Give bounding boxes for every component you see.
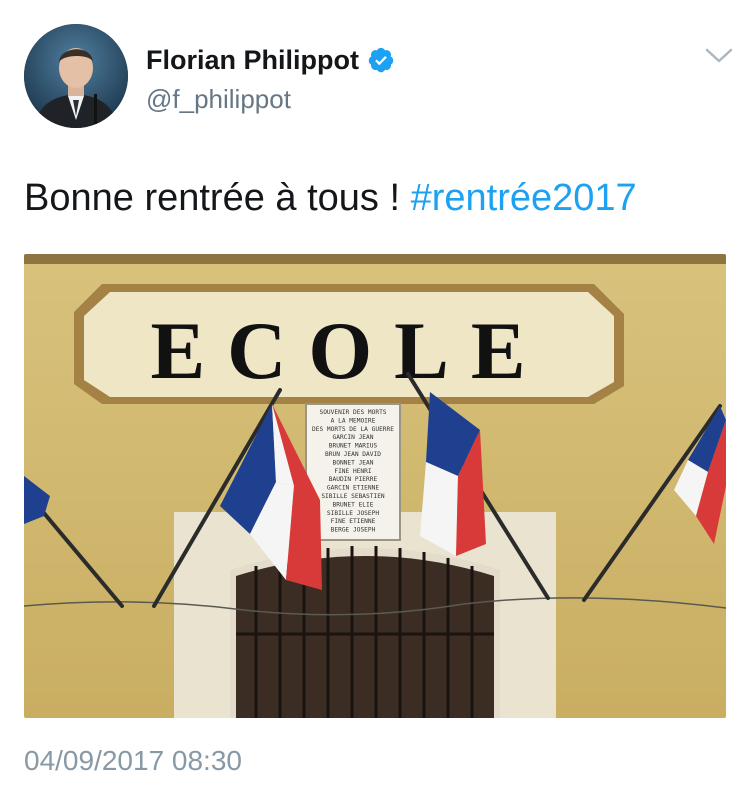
tweet-header: Florian Philippot @f_philippot <box>24 24 734 128</box>
plaque-line: A LA MEMOIRE <box>331 417 376 424</box>
plaque-line: SOUVENIR DES MORTS <box>319 409 386 416</box>
plaque-line: FINE HENRI <box>334 468 372 475</box>
handle[interactable]: @f_philippot <box>146 84 395 114</box>
hashtag-link[interactable]: #rentrée2017 <box>411 177 637 219</box>
plaque-line: DES MORTS DE LA GUERRE <box>312 426 394 433</box>
display-name[interactable]: Florian Philippot <box>146 44 359 76</box>
tweet-text: Bonne rentrée à tous ! #rentrée2017 <box>24 174 637 222</box>
plaque-line: GARCIN ETIENNE <box>327 485 379 492</box>
verified-badge-icon <box>367 46 395 74</box>
avatar[interactable] <box>24 24 128 128</box>
plaque-line: BRUN JEAN DAVID <box>325 451 381 458</box>
author-names: Florian Philippot @f_philippot <box>146 44 395 114</box>
plaque-line: BAUDIN PIERRE <box>329 476 378 483</box>
plaque-line: SIBILLE JOSEPH <box>327 510 379 517</box>
tweet-body: Bonne rentrée à tous ! <box>24 177 411 219</box>
plaque-line: FINE ETIENNE <box>331 518 376 525</box>
display-name-row: Florian Philippot <box>146 44 395 76</box>
plaque-line: BRUNET ELIE <box>333 501 374 508</box>
timestamp[interactable]: 04/09/2017 08:30 <box>24 744 242 778</box>
plaque-line: BRUNET MARIUS <box>329 443 378 450</box>
plaque-line: BERGE JOSEPH <box>331 527 376 534</box>
plaque-line: BONNET JEAN <box>333 459 374 466</box>
sign-text: ECOLE <box>150 305 547 396</box>
tweet-photo[interactable]: ECOLE SOUVENIR DES MORTS A LA MEMOIRE DES … <box>24 254 726 718</box>
plaque-line: GARCIN JEAN <box>333 434 374 441</box>
plaque-line: SIBILLE SEBASTIEN <box>321 493 385 500</box>
chevron-down-icon[interactable] <box>704 46 734 66</box>
